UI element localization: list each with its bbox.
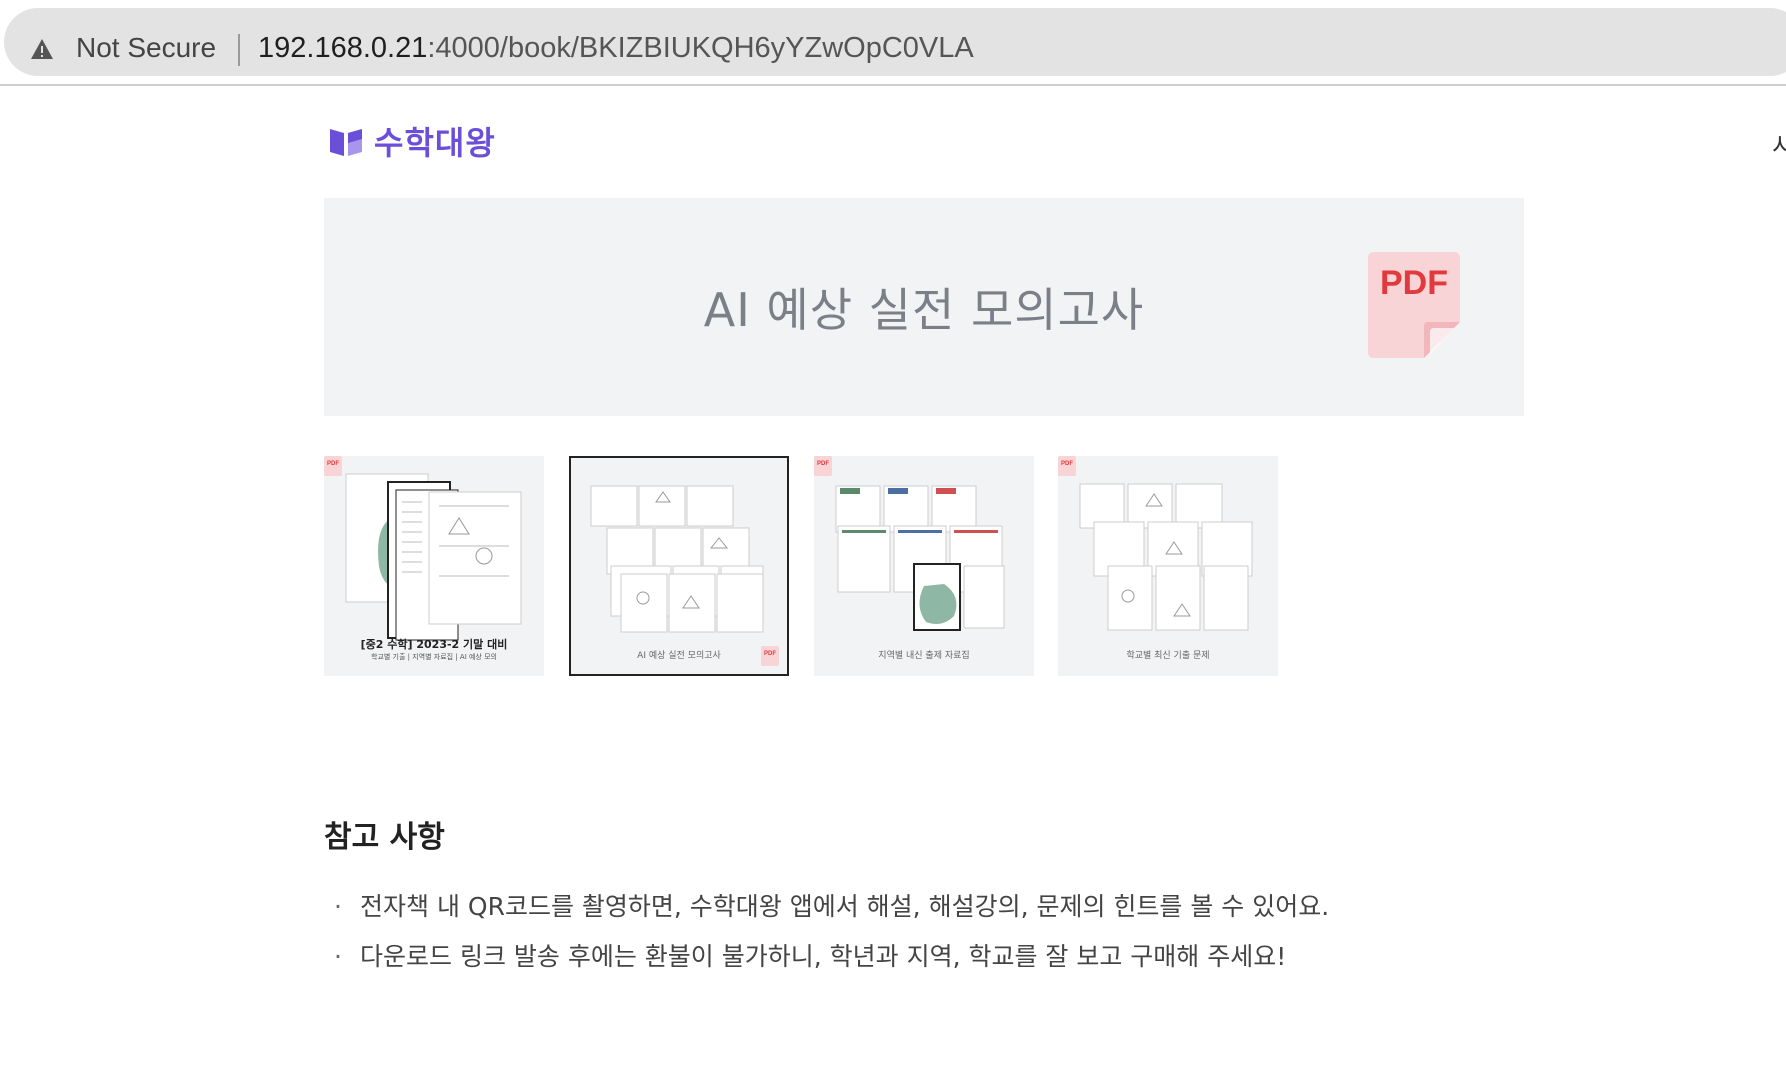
thumbnail-1-pdf-text: PDF [327,461,339,467]
thumbnail-3-pdf-icon: PDF [814,456,832,476]
browser-toolbar: Not Secure 192.168.0.21:4000/book/BKIZBI… [0,0,1786,86]
thumbnail-4-image [1079,483,1253,631]
bullet-dot: · [334,942,342,971]
pdf-badge-text: PDF [1380,264,1448,302]
thumbnail-3-image [835,485,1005,631]
note-text: 전자책 내 QR코드를 촬영하면, 수학대왕 앱에서 해설, 해설강의, 문제의… [360,892,1330,921]
header-edge-text[interactable]: 시 [1772,126,1786,161]
thumbnail-3-pdf-text: PDF [817,461,829,467]
thumbnail-2-pdf-text: PDF [764,651,776,657]
book-logo-icon [330,129,362,156]
thumbnail-4[interactable]: 학교별 최신 기출 문제 PDF [1058,456,1278,676]
url-separator [238,34,240,66]
brand-logo-link[interactable]: 수학대왕 [328,118,496,164]
thumbnail-3[interactable]: 지역별 내신 출제 자료집 PDF [814,456,1034,676]
main-preview: AI 예상 실전 모의고사 PDF [324,198,1524,416]
pdf-icon: PDF [1368,252,1460,358]
brand-name: 수학대왕 [374,124,496,162]
url-path: :4000/book/BKIZBIUKQH6yYZwOpC0VLA [427,32,974,64]
thumbnail-1-caption: [중2 수학] 2023-2 기말 대비 [360,638,508,651]
thumbnail-2-image [590,485,764,633]
notes-list: · 전자책 내 QR코드를 촬영하면, 수학대왕 앱에서 해설, 해설강의, 문제… [334,882,1329,982]
thumbnail-4-pdf-icon: PDF [1058,456,1076,476]
address-bar[interactable]: Not Secure 192.168.0.21:4000/book/BKIZBI… [4,8,1786,76]
thumbnail-2-pdf-icon: PDF [761,646,779,666]
thumbnail-2[interactable]: AI 예상 실전 모의고사 PDF [569,456,789,676]
list-item: · 전자책 내 QR코드를 촬영하면, 수학대왕 앱에서 해설, 해설강의, 문제… [334,882,1329,932]
bullet-dot: · [334,892,342,921]
url-host: 192.168.0.21 [258,32,428,64]
list-item: · 다운로드 링크 발송 후에는 환불이 불가하니, 학년과 지역, 학교를 잘 … [334,932,1329,982]
thumbnail-2-caption: AI 예상 실전 모의고사 [637,651,721,661]
thumbnail-1-subcaption: 학교별 기출 | 지역별 자료집 | AI 예상 모의 [371,653,497,661]
preview-title: AI 예상 실전 모의고사 [703,283,1145,337]
thumbnail-1-pdf-icon: PDF [324,456,342,476]
thumbnail-4-caption: 학교별 최신 기출 문제 [1126,651,1210,661]
notes-title: 참고 사항 [324,820,445,855]
note-text: 다운로드 링크 발송 후에는 환불이 불가하니, 학년과 지역, 학교를 잘 보… [360,942,1287,971]
thumbnail-4-pdf-text: PDF [1061,461,1073,467]
security-label[interactable]: Not Secure [76,32,216,64]
warning-icon[interactable] [30,38,54,60]
thumbnail-1[interactable]: [중2 수학] 2023-2 기말 대비 학교별 기출 | 지역별 자료집 | … [324,456,544,676]
url-text[interactable]: 192.168.0.21:4000/book/BKIZBIUKQH6yYZwOp… [258,32,974,65]
thumbnail-3-caption: 지역별 내신 출제 자료집 [878,651,970,661]
